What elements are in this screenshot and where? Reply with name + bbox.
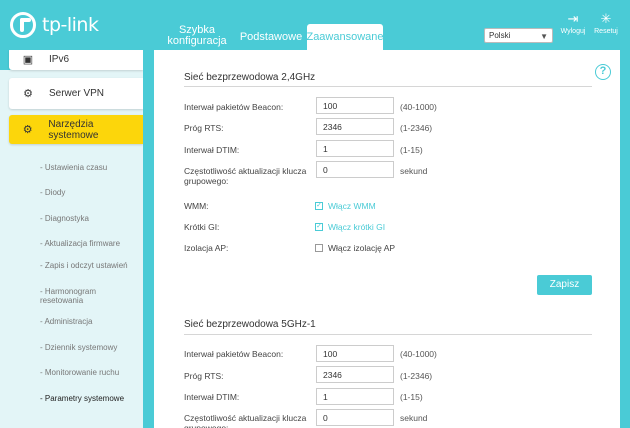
beacon-label: Interwał pakietów Beacon: bbox=[184, 102, 284, 112]
tab-quick-setup-line2: konfiguracja bbox=[167, 35, 227, 47]
beacon-hint: (40-1000) bbox=[400, 102, 437, 112]
top-header: tp-link Szybka konfiguracja Podstawowe Z… bbox=[0, 0, 630, 50]
logout-button[interactable]: ⇥ Wyloguj bbox=[558, 11, 588, 36]
dtim-interval-input-5g[interactable]: 1 bbox=[316, 388, 394, 405]
submenu-backup-restore[interactable]: - Zapis i odczyt ustawień bbox=[40, 261, 136, 270]
submenu-system-log[interactable]: - Dziennik systemowy bbox=[40, 343, 136, 352]
dtim-hint: (1-15) bbox=[400, 145, 423, 155]
tab-basic[interactable]: Podstawowe bbox=[236, 24, 306, 50]
rts-hint: (1-2346) bbox=[400, 123, 433, 133]
dtim-label: Interwał DTIM: bbox=[184, 145, 240, 155]
submenu-reboot-schedule[interactable]: - Harmonogram resetowania bbox=[40, 287, 136, 305]
submenu-label: Administracja bbox=[44, 317, 93, 326]
submenu-label: Monitorowanie ruchu bbox=[44, 368, 120, 377]
group-key-hint: sekund bbox=[400, 166, 428, 176]
ap-isolation-label: Izolacja AP: bbox=[184, 243, 229, 253]
tp-link-logo-icon bbox=[10, 12, 36, 38]
main-content: ? Sieć bezprzewodowa 2,4GHz Interwał pak… bbox=[154, 50, 630, 428]
tab-advanced[interactable]: Zaawansowane bbox=[306, 24, 384, 50]
sidebar-item-label: Narzędzia systemowe bbox=[48, 118, 99, 141]
submenu-label: Diody bbox=[44, 188, 66, 197]
group-key-hint-5g: sekund bbox=[400, 413, 428, 423]
sidebar-item-system-tools[interactable]: ⚙ Narzędzia systemowe bbox=[9, 115, 143, 144]
wmm-label: WMM: bbox=[184, 201, 209, 211]
rts-label: Próg RTS: bbox=[184, 123, 224, 133]
submenu-time-settings[interactable]: - Ustawienia czasu bbox=[40, 163, 136, 172]
submenu-label: Zapis i odczyt ustawień bbox=[44, 261, 128, 270]
sidebar-item-vpn[interactable]: ⚙ Serwer VPN bbox=[9, 78, 143, 109]
beacon-interval-input[interactable]: 100 bbox=[316, 97, 394, 114]
submenu-leds[interactable]: - Diody bbox=[40, 188, 136, 197]
ipv6-icon: ▣ bbox=[22, 53, 34, 66]
sidebar-item-ipv6[interactable]: ▣ IPv6 bbox=[9, 50, 143, 70]
checkmark-icon: ✓ bbox=[315, 223, 323, 231]
sidebar: ▣ IPv6 ⚙ Serwer VPN ⚙ Narzędzia systemow… bbox=[0, 50, 143, 428]
group-key-label-5g: Częstotliwość aktualizacji klucza grupow… bbox=[184, 413, 307, 428]
sidebar-item-label: Serwer VPN bbox=[49, 88, 105, 99]
submenu-label: Diagnostyka bbox=[44, 214, 89, 223]
beacon-interval-input-5g[interactable]: 100 bbox=[316, 345, 394, 362]
ap-isolation-checkbox[interactable]: Włącz izolację AP bbox=[315, 243, 395, 253]
submenu-label: Dziennik systemowy bbox=[44, 343, 118, 352]
group-key-interval-input[interactable]: 0 bbox=[316, 161, 394, 178]
section-title-5ghz: Sieć bezprzewodowa 5GHz-1 bbox=[184, 319, 316, 330]
rts-threshold-input[interactable]: 2346 bbox=[316, 118, 394, 135]
sidebar-item-label: IPv6 bbox=[49, 53, 70, 65]
group-key-label: Częstotliwość aktualizacji klucza grupow… bbox=[184, 166, 307, 186]
logout-label: Wyloguj bbox=[560, 28, 586, 35]
beacon-hint-5g: (40-1000) bbox=[400, 349, 437, 359]
reset-button[interactable]: ✳ Resetuj bbox=[591, 11, 621, 36]
logout-icon: ⇥ bbox=[567, 11, 579, 26]
checkmark-icon: ✓ bbox=[315, 202, 323, 210]
submenu-label: Aktualizacja firmware bbox=[44, 239, 121, 248]
submenu-diagnostics[interactable]: - Diagnostyka bbox=[40, 214, 136, 223]
section-title-24ghz: Sieć bezprzewodowa 2,4GHz bbox=[184, 72, 316, 83]
beacon-label-5g: Interwał pakietów Beacon: bbox=[184, 349, 284, 359]
submenu-traffic-monitor[interactable]: - Monitorowanie ruchu bbox=[40, 368, 136, 377]
submenu-administration[interactable]: - Administracja bbox=[40, 317, 136, 326]
short-gi-checkbox-label: Włącz krótki GI bbox=[328, 222, 386, 232]
logo-text: tp-link bbox=[42, 14, 99, 36]
section-divider bbox=[184, 334, 592, 335]
dtim-hint-5g: (1-15) bbox=[400, 392, 423, 402]
section-divider bbox=[184, 86, 592, 87]
language-value: Polski bbox=[489, 31, 511, 40]
checkbox-empty-icon bbox=[315, 244, 323, 252]
submenu-label: Parametry systemowe bbox=[44, 394, 125, 403]
rts-label-5g: Próg RTS: bbox=[184, 371, 224, 381]
rts-threshold-input-5g[interactable]: 2346 bbox=[316, 366, 394, 383]
submenu-label: Ustawienia czasu bbox=[44, 163, 108, 172]
reset-label: Resetuj bbox=[594, 28, 618, 35]
reset-icon: ✳ bbox=[600, 11, 612, 26]
vpn-icon: ⚙ bbox=[23, 88, 33, 100]
dtim-interval-input[interactable]: 1 bbox=[316, 140, 394, 157]
short-gi-label: Krótki GI: bbox=[184, 222, 220, 232]
ap-isolation-checkbox-label: Włącz izolację AP bbox=[328, 243, 396, 253]
gear-icon: ⚙ bbox=[22, 124, 33, 136]
wmm-checkbox-label: Włącz WMM bbox=[328, 201, 376, 211]
save-button[interactable]: Zapisz bbox=[537, 275, 592, 295]
help-icon[interactable]: ? bbox=[595, 64, 611, 80]
chevron-down-icon: ▼ bbox=[540, 32, 548, 41]
tp-link-logo[interactable]: tp-link bbox=[10, 12, 99, 38]
rts-hint-5g: (1-2346) bbox=[400, 371, 433, 381]
main-nav: Szybka konfiguracja Podstawowe Zaawansow… bbox=[158, 24, 384, 50]
group-key-interval-input-5g[interactable]: 0 bbox=[316, 409, 394, 426]
language-select[interactable]: Polski ▼ bbox=[484, 28, 553, 43]
submenu-system-parameters[interactable]: - Parametry systemowe bbox=[40, 394, 136, 403]
tab-quick-setup[interactable]: Szybka konfiguracja bbox=[158, 24, 236, 50]
right-edge-strip bbox=[620, 50, 630, 428]
wmm-checkbox[interactable]: ✓ Włącz WMM bbox=[315, 201, 376, 211]
submenu-firmware[interactable]: - Aktualizacja firmware bbox=[40, 239, 136, 248]
dtim-label-5g: Interwał DTIM: bbox=[184, 392, 240, 402]
submenu-label: Harmonogram resetowania bbox=[40, 287, 97, 305]
short-gi-checkbox[interactable]: ✓ Włącz krótki GI bbox=[315, 222, 385, 232]
